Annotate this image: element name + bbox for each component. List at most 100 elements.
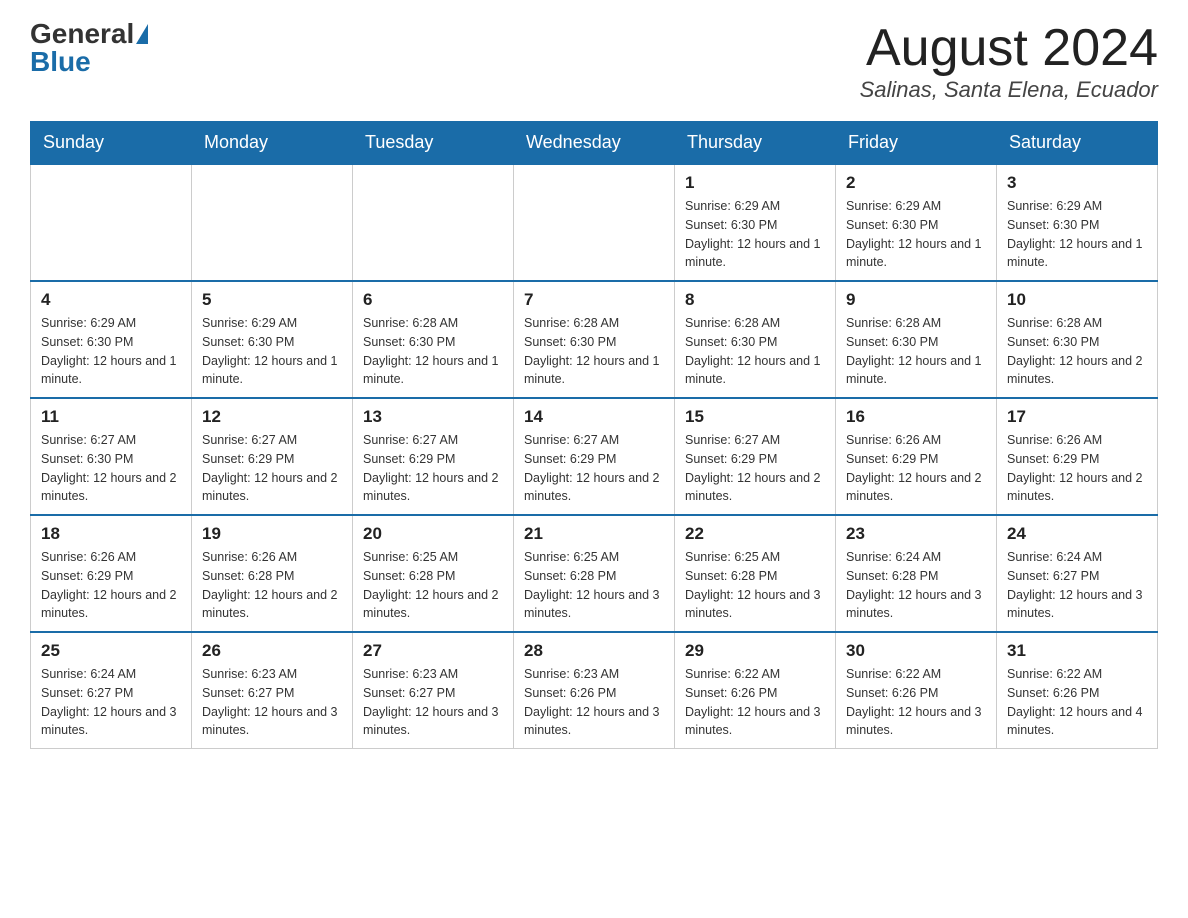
day-number: 28 [524,641,664,661]
day-number: 23 [846,524,986,544]
day-number: 14 [524,407,664,427]
calendar-cell: 18 Sunrise: 6:26 AMSunset: 6:29 PMDayligh… [31,515,192,632]
day-info: Sunrise: 6:28 AMSunset: 6:30 PMDaylight:… [685,314,825,389]
calendar-cell: 10 Sunrise: 6:28 AMSunset: 6:30 PMDayligh… [997,281,1158,398]
day-info: Sunrise: 6:23 AMSunset: 6:26 PMDaylight:… [524,665,664,740]
calendar-cell: 7 Sunrise: 6:28 AMSunset: 6:30 PMDaylight… [514,281,675,398]
calendar-cell: 14 Sunrise: 6:27 AMSunset: 6:29 PMDayligh… [514,398,675,515]
logo-triangle-icon [136,24,148,44]
day-number: 24 [1007,524,1147,544]
calendar-cell [31,164,192,281]
day-number: 1 [685,173,825,193]
day-info: Sunrise: 6:25 AMSunset: 6:28 PMDaylight:… [524,548,664,623]
day-info: Sunrise: 6:24 AMSunset: 6:28 PMDaylight:… [846,548,986,623]
day-info: Sunrise: 6:28 AMSunset: 6:30 PMDaylight:… [1007,314,1147,389]
calendar-cell: 31 Sunrise: 6:22 AMSunset: 6:26 PMDayligh… [997,632,1158,749]
day-info: Sunrise: 6:22 AMSunset: 6:26 PMDaylight:… [1007,665,1147,740]
day-number: 8 [685,290,825,310]
calendar-cell: 11Sunrise: 6:27 AMSunset: 6:30 PMDayligh… [31,398,192,515]
calendar-cell: 3Sunrise: 6:29 AMSunset: 6:30 PMDaylight… [997,164,1158,281]
day-info: Sunrise: 6:23 AMSunset: 6:27 PMDaylight:… [202,665,342,740]
day-number: 17 [1007,407,1147,427]
day-number: 15 [685,407,825,427]
page-header: General Blue August 2024 Salinas, Santa … [30,20,1158,103]
calendar-cell: 27 Sunrise: 6:23 AMSunset: 6:27 PMDayligh… [353,632,514,749]
day-info: Sunrise: 6:29 AMSunset: 6:30 PMDaylight:… [202,314,342,389]
day-info: Sunrise: 6:24 AMSunset: 6:27 PMDaylight:… [41,665,181,740]
day-info: Sunrise: 6:26 AMSunset: 6:29 PMDaylight:… [41,548,181,623]
day-info: Sunrise: 6:27 AMSunset: 6:29 PMDaylight:… [202,431,342,506]
calendar-cell: 13Sunrise: 6:27 AMSunset: 6:29 PMDayligh… [353,398,514,515]
week-row-2: 4 Sunrise: 6:29 AMSunset: 6:30 PMDaylight… [31,281,1158,398]
calendar-header-row: SundayMondayTuesdayWednesdayThursdayFrid… [31,122,1158,165]
calendar-header-saturday: Saturday [997,122,1158,165]
day-number: 16 [846,407,986,427]
month-title: August 2024 [860,20,1158,77]
day-number: 19 [202,524,342,544]
title-section: August 2024 Salinas, Santa Elena, Ecuado… [860,20,1158,103]
logo: General Blue [30,20,148,76]
day-number: 10 [1007,290,1147,310]
day-number: 31 [1007,641,1147,661]
week-row-5: 25 Sunrise: 6:24 AMSunset: 6:27 PMDayligh… [31,632,1158,749]
day-info: Sunrise: 6:27 AMSunset: 6:30 PMDaylight:… [41,431,181,506]
calendar-table: SundayMondayTuesdayWednesdayThursdayFrid… [30,121,1158,749]
calendar-cell: 29Sunrise: 6:22 AMSunset: 6:26 PMDayligh… [675,632,836,749]
day-number: 20 [363,524,503,544]
calendar-cell [353,164,514,281]
logo-blue-text: Blue [30,48,91,76]
calendar-cell: 24 Sunrise: 6:24 AMSunset: 6:27 PMDayligh… [997,515,1158,632]
day-info: Sunrise: 6:25 AMSunset: 6:28 PMDaylight:… [363,548,503,623]
calendar-cell: 2 Sunrise: 6:29 AMSunset: 6:30 PMDaylight… [836,164,997,281]
week-row-4: 18 Sunrise: 6:26 AMSunset: 6:29 PMDayligh… [31,515,1158,632]
calendar-cell: 12Sunrise: 6:27 AMSunset: 6:29 PMDayligh… [192,398,353,515]
calendar-cell [514,164,675,281]
day-info: Sunrise: 6:27 AMSunset: 6:29 PMDaylight:… [363,431,503,506]
calendar-cell: 9Sunrise: 6:28 AMSunset: 6:30 PMDaylight… [836,281,997,398]
day-info: Sunrise: 6:22 AMSunset: 6:26 PMDaylight:… [846,665,986,740]
calendar-header-tuesday: Tuesday [353,122,514,165]
day-info: Sunrise: 6:28 AMSunset: 6:30 PMDaylight:… [363,314,503,389]
day-number: 27 [363,641,503,661]
calendar-cell: 4 Sunrise: 6:29 AMSunset: 6:30 PMDaylight… [31,281,192,398]
day-number: 22 [685,524,825,544]
calendar-cell: 30 Sunrise: 6:22 AMSunset: 6:26 PMDayligh… [836,632,997,749]
calendar-cell: 16 Sunrise: 6:26 AMSunset: 6:29 PMDayligh… [836,398,997,515]
calendar-cell: 26Sunrise: 6:23 AMSunset: 6:27 PMDayligh… [192,632,353,749]
day-number: 3 [1007,173,1147,193]
week-row-3: 11Sunrise: 6:27 AMSunset: 6:30 PMDayligh… [31,398,1158,515]
day-number: 9 [846,290,986,310]
calendar-cell: 21 Sunrise: 6:25 AMSunset: 6:28 PMDayligh… [514,515,675,632]
day-number: 6 [363,290,503,310]
day-info: Sunrise: 6:29 AMSunset: 6:30 PMDaylight:… [41,314,181,389]
calendar-header-sunday: Sunday [31,122,192,165]
calendar-header-monday: Monday [192,122,353,165]
day-number: 18 [41,524,181,544]
calendar-header-thursday: Thursday [675,122,836,165]
day-number: 29 [685,641,825,661]
day-info: Sunrise: 6:26 AMSunset: 6:29 PMDaylight:… [846,431,986,506]
day-info: Sunrise: 6:27 AMSunset: 6:29 PMDaylight:… [524,431,664,506]
day-number: 5 [202,290,342,310]
calendar-cell: 6 Sunrise: 6:28 AMSunset: 6:30 PMDaylight… [353,281,514,398]
calendar-header-wednesday: Wednesday [514,122,675,165]
day-number: 4 [41,290,181,310]
day-info: Sunrise: 6:23 AMSunset: 6:27 PMDaylight:… [363,665,503,740]
day-number: 21 [524,524,664,544]
location-subtitle: Salinas, Santa Elena, Ecuador [860,77,1158,103]
day-info: Sunrise: 6:24 AMSunset: 6:27 PMDaylight:… [1007,548,1147,623]
day-info: Sunrise: 6:29 AMSunset: 6:30 PMDaylight:… [846,197,986,272]
day-number: 2 [846,173,986,193]
day-number: 30 [846,641,986,661]
calendar-cell: 28 Sunrise: 6:23 AMSunset: 6:26 PMDayligh… [514,632,675,749]
day-info: Sunrise: 6:26 AMSunset: 6:28 PMDaylight:… [202,548,342,623]
logo-general-text: General [30,20,134,48]
calendar-cell: 19 Sunrise: 6:26 AMSunset: 6:28 PMDayligh… [192,515,353,632]
day-number: 7 [524,290,664,310]
calendar-cell: 20 Sunrise: 6:25 AMSunset: 6:28 PMDayligh… [353,515,514,632]
calendar-cell: 15Sunrise: 6:27 AMSunset: 6:29 PMDayligh… [675,398,836,515]
day-info: Sunrise: 6:28 AMSunset: 6:30 PMDaylight:… [524,314,664,389]
calendar-header-friday: Friday [836,122,997,165]
calendar-cell: 22Sunrise: 6:25 AMSunset: 6:28 PMDayligh… [675,515,836,632]
day-number: 25 [41,641,181,661]
